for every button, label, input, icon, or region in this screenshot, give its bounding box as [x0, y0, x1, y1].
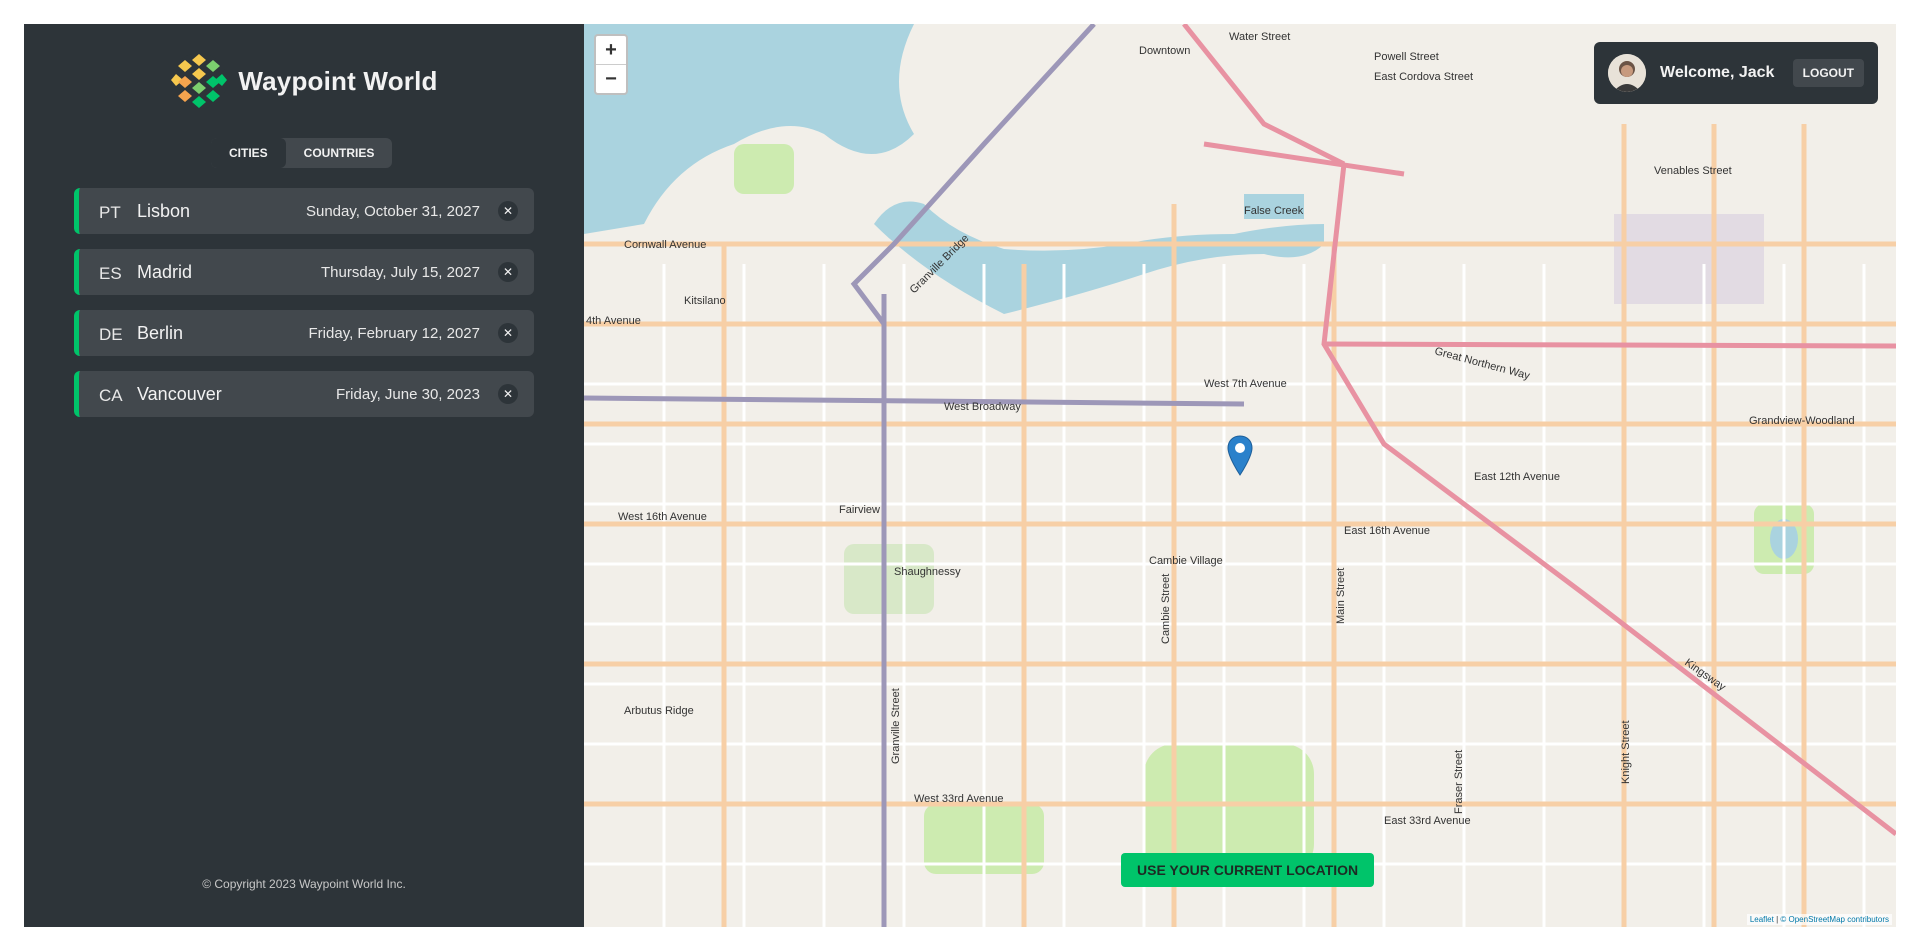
osm-link[interactable]: © OpenStreetMap contributors: [1780, 915, 1889, 924]
city-name: Berlin: [137, 322, 184, 343]
user-avatar-icon: [1608, 54, 1646, 92]
map-label: Fairview: [839, 504, 880, 516]
city-name: Lisbon: [137, 200, 191, 221]
country-code: DE: [99, 325, 123, 344]
map-label: Cambie Village: [1149, 555, 1223, 567]
map-label: Shaughnessy: [894, 566, 961, 578]
app-container: Waypoint World CITIES COUNTRIES PT Lisbo…: [24, 24, 1896, 927]
close-icon: ✕: [502, 265, 514, 279]
map-label: Grandview-Woodland: [1749, 415, 1855, 427]
map-marker-icon[interactable]: [1227, 435, 1253, 477]
map-label: Main Street: [1335, 568, 1347, 624]
country-code: PT: [99, 203, 121, 222]
close-icon: ✕: [502, 326, 514, 340]
city-name: Madrid: [137, 261, 193, 282]
map-label: 4th Avenue: [586, 315, 641, 327]
list-item[interactable]: CA Vancouver Friday, June 30, 2023 ✕: [74, 371, 534, 417]
tab-cities[interactable]: CITIES: [211, 138, 286, 168]
close-icon: ✕: [502, 387, 514, 401]
list-item[interactable]: ES Madrid Thursday, July 15, 2027 ✕: [74, 249, 534, 295]
map-label: Venables Street: [1654, 165, 1732, 177]
map-label: East 16th Avenue: [1344, 525, 1430, 537]
map-label: Granville Street: [890, 688, 902, 764]
map[interactable]: Downtown False Creek Kitsilano Shaughnes…: [584, 24, 1896, 927]
map-label: Arbutus Ridge: [624, 705, 694, 717]
zoom-control: + −: [594, 34, 628, 95]
delete-button[interactable]: ✕: [498, 201, 518, 221]
map-label: East 33rd Avenue: [1384, 815, 1471, 827]
delete-button[interactable]: ✕: [498, 323, 518, 343]
city-date: Thursday, July 15, 2027: [321, 263, 480, 281]
map-label: False Creek: [1244, 205, 1304, 217]
map-label: Cambie Street: [1160, 574, 1172, 644]
map-label: Fraser Street: [1453, 750, 1465, 814]
logout-button[interactable]: LOGOUT: [1792, 59, 1864, 87]
country-code: CA: [99, 386, 123, 405]
leaflet-link[interactable]: Leaflet: [1750, 915, 1774, 924]
avatar: [1608, 54, 1646, 92]
zoom-in-button[interactable]: +: [596, 36, 626, 65]
use-current-location-button[interactable]: USE YOUR CURRENT LOCATION: [1121, 853, 1375, 887]
city-date: Friday, June 30, 2023: [336, 385, 480, 403]
map-label: Water Street: [1229, 31, 1290, 43]
map-label: West 7th Avenue: [1204, 378, 1287, 390]
tab-switcher: CITIES COUNTRIES: [211, 138, 393, 168]
copyright: © Copyright 2023 Waypoint World Inc.: [202, 877, 406, 891]
city-date: Sunday, October 31, 2027: [305, 202, 480, 220]
map-label: East 12th Avenue: [1474, 471, 1560, 483]
list-item[interactable]: DE Berlin Friday, February 12, 2027 ✕: [74, 310, 534, 356]
map-label: West Broadway: [944, 401, 1021, 413]
map-label: Cornwall Avenue: [624, 239, 706, 251]
map-label: East Cordova Street: [1374, 71, 1473, 83]
city-date: Friday, February 12, 2027: [308, 324, 480, 342]
app-name: Waypoint World: [238, 65, 438, 96]
sidebar: Waypoint World CITIES COUNTRIES PT Lisbo…: [24, 24, 584, 927]
map-label: Kitsilano: [684, 295, 726, 307]
logo-icon: [171, 53, 228, 109]
map-label: West 16th Avenue: [618, 511, 707, 523]
welcome-text: Welcome, Jack: [1660, 64, 1775, 81]
tab-countries[interactable]: COUNTRIES: [286, 138, 393, 168]
country-code: ES: [99, 264, 122, 283]
user-panel: Welcome, Jack LOGOUT: [1594, 42, 1878, 104]
zoom-out-button[interactable]: −: [596, 65, 626, 93]
delete-button[interactable]: ✕: [498, 262, 518, 282]
city-list: PT Lisbon Sunday, October 31, 2027 ✕ ES …: [74, 188, 534, 432]
map-label: West 33rd Avenue: [914, 793, 1004, 805]
logo: Waypoint World: [24, 52, 584, 110]
close-icon: ✕: [502, 204, 514, 218]
map-label: Downtown: [1139, 45, 1190, 57]
map-label: Powell Street: [1374, 51, 1439, 63]
list-item[interactable]: PT Lisbon Sunday, October 31, 2027 ✕: [74, 188, 534, 234]
map-label: Knight Street: [1620, 720, 1632, 784]
city-name: Vancouver: [137, 383, 222, 404]
map-attribution: Leaflet | © OpenStreetMap contributors: [1746, 914, 1892, 925]
delete-button[interactable]: ✕: [498, 384, 518, 404]
